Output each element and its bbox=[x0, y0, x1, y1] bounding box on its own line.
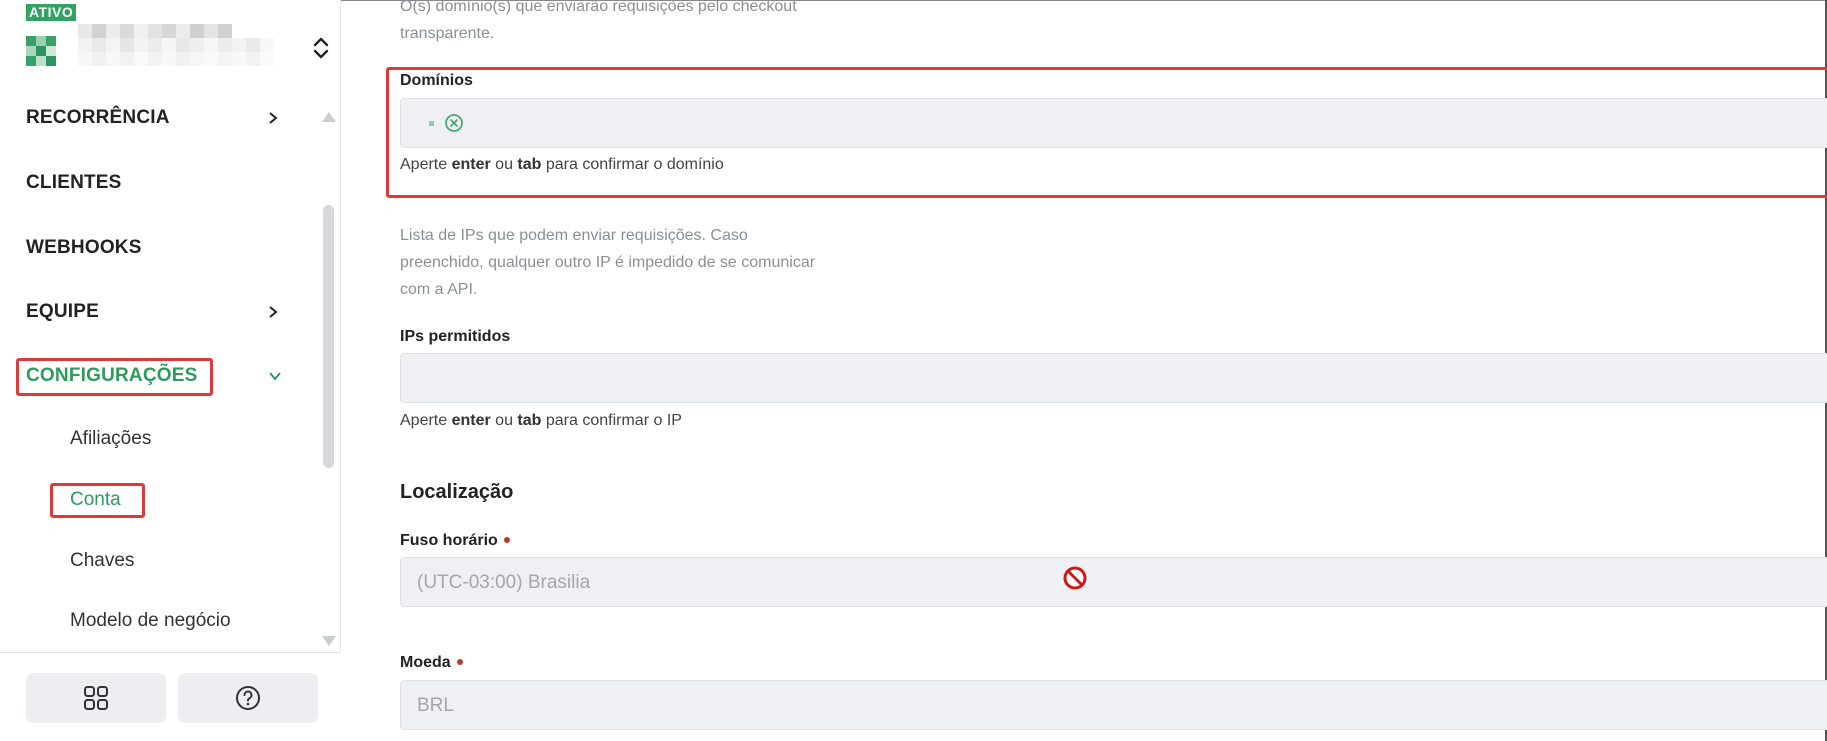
nav-item-clientes[interactable]: CLIENTES bbox=[26, 168, 296, 198]
chevron-right-icon bbox=[269, 306, 278, 318]
nav-item-label: EQUIPE bbox=[26, 301, 99, 322]
ips-label: IPs permitidos bbox=[400, 328, 511, 345]
nav-item-configuracoes[interactable]: CONFIGURAÇÕES bbox=[26, 361, 296, 391]
account-name-blurred bbox=[78, 24, 274, 66]
help-button[interactable] bbox=[178, 673, 318, 723]
ips-hint: Aperte enter ou tab para confirmar o IP bbox=[400, 412, 682, 430]
ips-help-line1: Lista de IPs que podem enviar requisiçõe… bbox=[400, 227, 748, 244]
hint-text: ou bbox=[495, 412, 513, 429]
domain-chip[interactable] bbox=[429, 113, 464, 133]
ips-help-line2: preenchido, qualquer outro IP é impedido… bbox=[400, 254, 816, 271]
hint-text: ou bbox=[495, 156, 513, 173]
account-switcher[interactable]: ATIVO bbox=[26, 2, 329, 72]
fuso-horario-select[interactable]: (UTC-03:00) Brasilia bbox=[400, 557, 1827, 607]
sidebar-item-afiliacoes[interactable]: Afiliações bbox=[70, 425, 151, 453]
sidebar: ATIVO RECORRÊNCIA CLIENTES WEBHOOKS EQUI… bbox=[0, 0, 341, 741]
help-icon bbox=[236, 686, 260, 710]
moeda-label-text: Moeda bbox=[400, 654, 451, 671]
localizacao-title: Localização bbox=[400, 481, 514, 503]
ips-input[interactable] bbox=[400, 353, 1827, 403]
scroll-down-arrow[interactable] bbox=[322, 636, 336, 646]
dominios-label: Domínios bbox=[400, 72, 473, 89]
sidebar-item-chaves[interactable]: Chaves bbox=[70, 547, 134, 575]
account-settings-form: O(s) domínio(s) que enviarão requisições… bbox=[341, 0, 1827, 741]
moeda-label: Moeda bbox=[400, 654, 463, 672]
nav-item-label: RECORRÊNCIA bbox=[26, 107, 170, 128]
nav-item-webhooks[interactable]: WEBHOOKS bbox=[26, 233, 296, 263]
apps-button[interactable] bbox=[26, 673, 166, 723]
dominios-input[interactable] bbox=[400, 98, 1827, 148]
remove-chip-icon[interactable] bbox=[444, 113, 464, 133]
sidebar-scrollbar[interactable] bbox=[323, 205, 334, 468]
chevron-right-icon bbox=[269, 112, 278, 124]
fuso-horario-label: Fuso horário bbox=[400, 532, 510, 550]
dominios-hint: Aperte enter ou tab para confirmar o dom… bbox=[400, 156, 724, 174]
hint-key-tab: tab bbox=[517, 412, 542, 429]
nav-item-recorrencia[interactable]: RECORRÊNCIA bbox=[26, 103, 296, 133]
nav-item-label: CLIENTES bbox=[26, 172, 122, 193]
hint-text: para confirmar o domínio bbox=[545, 156, 724, 173]
sidebar-item-modelo-negocio[interactable]: Modelo de negócio bbox=[70, 607, 231, 635]
hint-text: para confirmar o IP bbox=[545, 412, 682, 429]
not-allowed-cursor-icon bbox=[1063, 566, 1087, 590]
grid-icon bbox=[84, 686, 108, 710]
hint-text: Aperte bbox=[400, 156, 448, 173]
moeda-select[interactable]: BRL bbox=[400, 680, 1827, 730]
chevron-up-down-icon[interactable] bbox=[311, 35, 331, 61]
account-logo-icon bbox=[26, 22, 72, 68]
chevron-down-icon bbox=[269, 372, 281, 381]
hint-key-tab: tab bbox=[517, 156, 542, 173]
nav-item-equipe[interactable]: EQUIPE bbox=[26, 297, 296, 327]
hint-key-enter: enter bbox=[451, 156, 491, 173]
required-indicator bbox=[503, 536, 510, 543]
dominios-help-line1: O(s) domínio(s) que enviarão requisições… bbox=[400, 0, 797, 15]
required-indicator bbox=[456, 658, 463, 665]
fuso-horario-value: (UTC-03:00) Brasilia bbox=[417, 572, 591, 593]
hint-text: Aperte bbox=[400, 412, 448, 429]
sidebar-footer bbox=[0, 652, 341, 741]
ips-help-line3: com a API. bbox=[400, 281, 478, 298]
chip-value-blurred bbox=[429, 120, 434, 126]
nav-item-label: WEBHOOKS bbox=[26, 237, 142, 258]
fuso-horario-label-text: Fuso horário bbox=[400, 532, 498, 549]
status-badge: ATIVO bbox=[26, 4, 77, 21]
hint-key-enter: enter bbox=[451, 412, 491, 429]
dominios-help-line2: transparente. bbox=[400, 25, 495, 42]
scroll-up-arrow[interactable] bbox=[322, 112, 336, 122]
sidebar-item-conta[interactable]: Conta bbox=[70, 486, 121, 514]
nav-item-label: CONFIGURAÇÕES bbox=[26, 365, 198, 386]
app-window: ATIVO RECORRÊNCIA CLIENTES WEBHOOKS EQUI… bbox=[0, 0, 1827, 741]
moeda-value: BRL bbox=[417, 695, 454, 716]
